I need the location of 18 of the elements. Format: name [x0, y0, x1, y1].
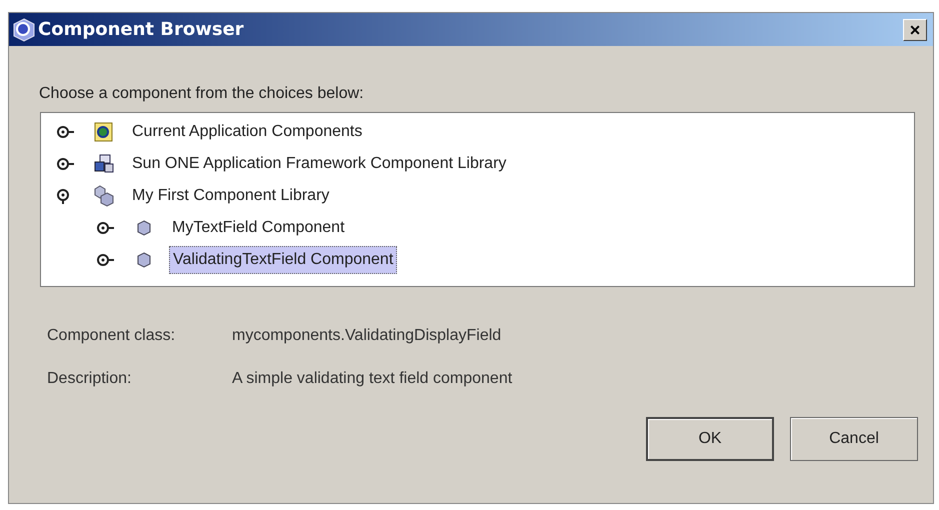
tree-item[interactable]: Sun ONE Application Framework Component Library	[129, 151, 510, 177]
hexagons-icon	[93, 185, 115, 207]
close-button[interactable]: ×	[903, 18, 927, 40]
tree-item[interactable]: My First Component Library	[129, 183, 332, 209]
globe-icon	[93, 121, 115, 143]
field-label: Description:	[47, 369, 132, 389]
tree-item[interactable]: ValidatingTextField Component	[169, 246, 398, 274]
prompt-label: Choose a component from the choices below:	[39, 84, 365, 104]
tree-item[interactable]: MyTextField Component	[169, 215, 348, 241]
windows-icon	[93, 153, 115, 175]
ok-button[interactable]: OK	[646, 417, 774, 461]
tree-item[interactable]: Current Application Components	[129, 119, 366, 145]
cancel-button[interactable]: Cancel	[790, 417, 918, 461]
app-icon	[12, 18, 36, 42]
window-title: Component Browser	[38, 18, 244, 42]
field-label: Component class:	[47, 326, 176, 346]
field-value: mycomponents.ValidatingDisplayField	[232, 326, 502, 346]
field-value: A simple validating text field component	[232, 369, 512, 389]
